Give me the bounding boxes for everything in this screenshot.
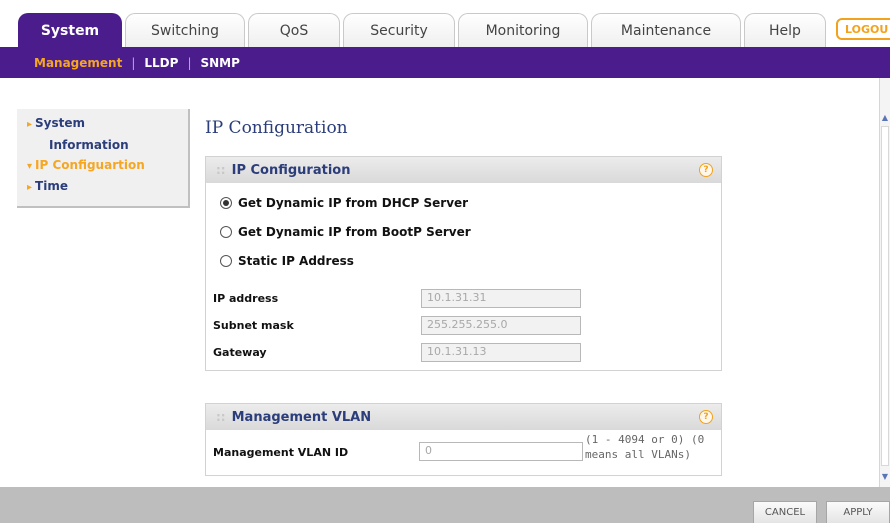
gateway-field[interactable]: 10.1.31.13 (421, 343, 581, 362)
panel-title: IP Configuration (231, 162, 351, 178)
help-icon[interactable]: ? (699, 163, 713, 177)
ip-address-field[interactable]: 10.1.31.31 (421, 289, 581, 308)
bottom-bar: CANCEL APPLY (0, 487, 890, 523)
management-vlan-id-label: Management VLAN ID (213, 446, 349, 459)
radio-button[interactable] (220, 197, 232, 209)
scrollbar-track[interactable] (881, 126, 889, 466)
tab-security[interactable]: Security (343, 13, 455, 47)
management-vlan-panel: :: Management VLAN ? Management VLAN ID … (205, 403, 722, 476)
tab-qos[interactable]: QoS (248, 13, 340, 47)
panel-title: Management VLAN (231, 409, 372, 425)
logout-button[interactable]: LOGOU (836, 18, 890, 40)
gateway-label: Gateway (213, 346, 267, 359)
ip-configuration-panel: :: IP Configuration ? Get Dynamic IP fro… (205, 156, 722, 371)
radio-label: Get Dynamic IP from DHCP Server (238, 196, 469, 210)
tab-maintenance[interactable]: Maintenance (591, 13, 741, 47)
arrow-right-icon: ▸ (27, 119, 33, 130)
radio-static[interactable]: Static IP Address (220, 254, 354, 268)
radio-bootp[interactable]: Get Dynamic IP from BootP Server (220, 225, 471, 239)
nav-time[interactable]: ▸ Time (27, 176, 68, 198)
apply-button[interactable]: APPLY (826, 501, 890, 523)
grip-icon: :: (216, 163, 226, 177)
arrow-right-icon: ▸ (27, 182, 33, 193)
scroll-up-icon[interactable]: ▲ (880, 110, 890, 124)
cancel-button[interactable]: CANCEL (753, 501, 817, 523)
scroll-down-icon[interactable]: ▼ (880, 469, 890, 483)
subnet-mask-field[interactable]: 255.255.255.0 (421, 316, 581, 335)
left-nav: ▸ System Information ▾ IP Configuartion ▸ T… (17, 109, 190, 208)
tab-help[interactable]: Help (744, 13, 826, 47)
subnav-lldp[interactable]: LLDP (144, 56, 178, 70)
nav-system-information[interactable]: ▸ System Information (27, 113, 129, 156)
panel-header: :: Management VLAN ? (206, 404, 721, 430)
nav-ip-configuration[interactable]: ▾ IP Configuartion (27, 155, 145, 177)
subnav-separator: | (187, 55, 192, 70)
radio-button[interactable] (220, 226, 232, 238)
vertical-scrollbar[interactable]: ▲ ▼ (879, 78, 890, 487)
radio-label: Static IP Address (238, 254, 354, 268)
tab-switching[interactable]: Switching (125, 13, 245, 47)
vlan-range-note: (1 - 4094 or 0) (0 means all VLANs) (585, 433, 705, 461)
subnav-separator: | (131, 55, 136, 70)
panel-header: :: IP Configuration ? (206, 157, 721, 183)
ip-address-label: IP address (213, 292, 279, 305)
subnav-management[interactable]: Management (34, 56, 122, 70)
main-content: ▸ System Information ▾ IP Configuartion ▸ T… (0, 78, 879, 487)
management-vlan-id-field[interactable]: 0 (419, 442, 583, 461)
radio-dhcp[interactable]: Get Dynamic IP from DHCP Server (220, 196, 468, 210)
radio-label: Get Dynamic IP from BootP Server (238, 225, 471, 239)
sub-navigation: Management | LLDP | SNMP (0, 47, 890, 78)
radio-button[interactable] (220, 255, 232, 267)
tab-monitoring[interactable]: Monitoring (458, 13, 588, 47)
subnav-snmp[interactable]: SNMP (201, 56, 240, 70)
page-title: IP Configuration (205, 118, 348, 138)
arrow-down-icon: ▾ (27, 161, 33, 172)
help-icon[interactable]: ? (699, 410, 713, 424)
grip-icon: :: (216, 410, 226, 424)
tab-system[interactable]: System (18, 13, 122, 47)
top-tab-bar: System Switching QoS Security Monitoring… (0, 0, 890, 47)
subnet-mask-label: Subnet mask (213, 319, 294, 332)
